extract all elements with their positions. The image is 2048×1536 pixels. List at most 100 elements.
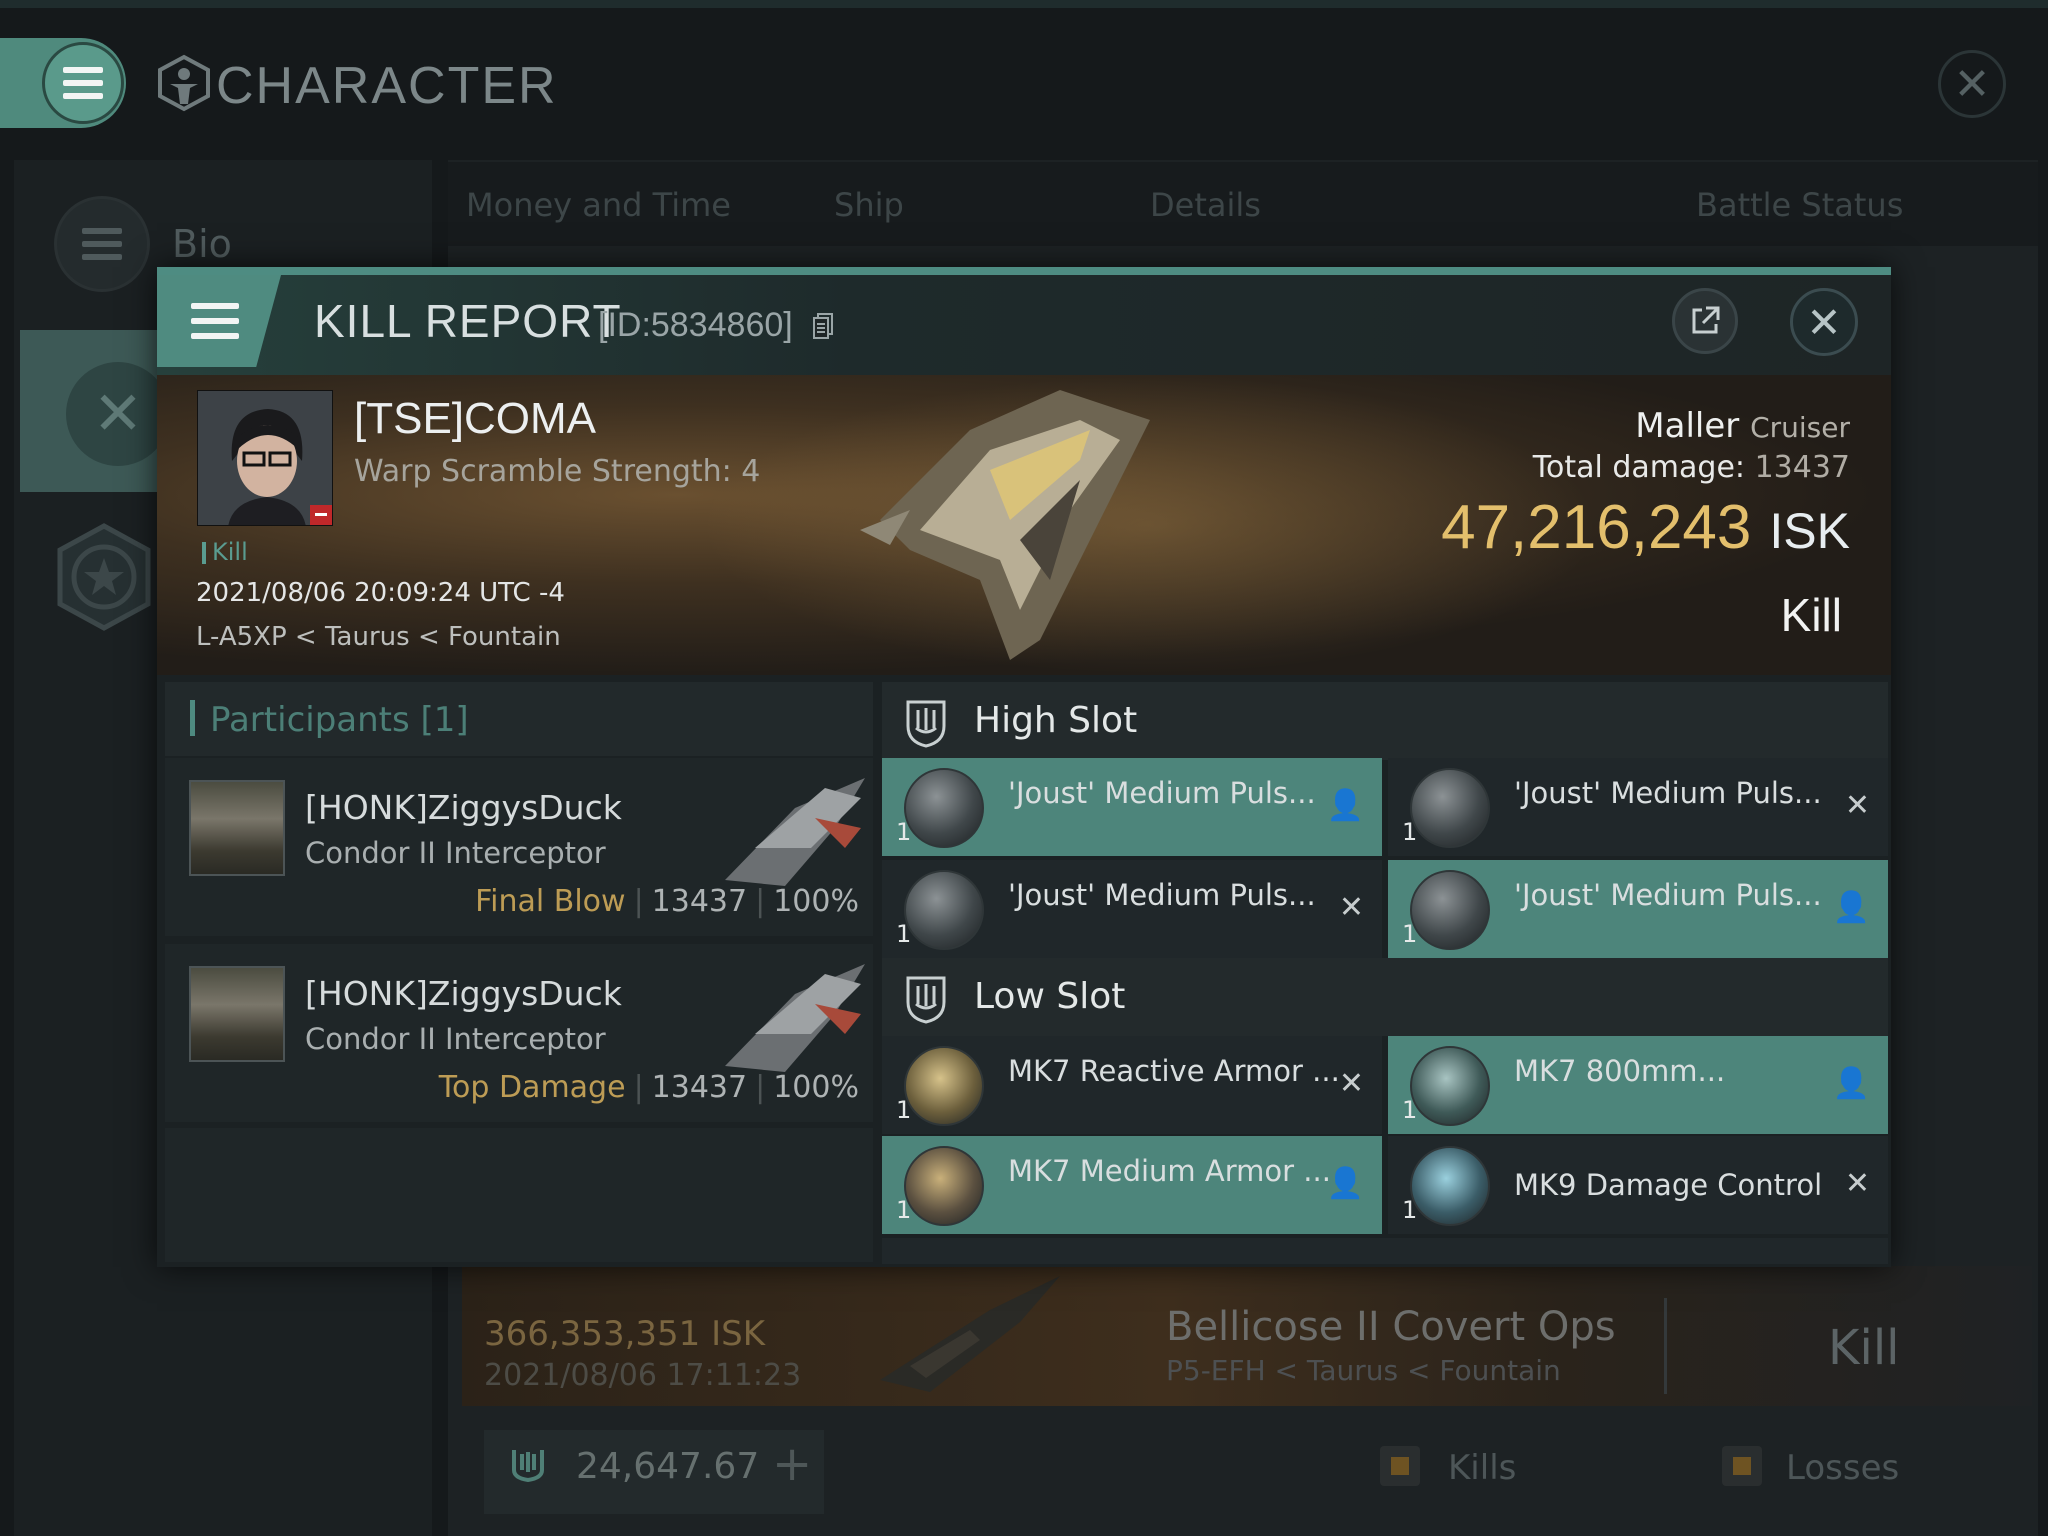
item-quantity: 1: [896, 1096, 912, 1124]
isk-unit: ISK: [1769, 503, 1850, 559]
dialog-title: KILL REPORT: [314, 295, 622, 347]
low-slot-header: Low Slot: [882, 958, 1888, 1036]
participant-ship-image: [725, 778, 865, 886]
tab-ship[interactable]: Ship: [834, 186, 904, 224]
x-icon: ✕: [1844, 1166, 1870, 1201]
participant-ship: Condor II Interceptor: [305, 836, 606, 870]
participant-ship: Condor II Interceptor: [305, 1022, 606, 1056]
character-icon: [158, 54, 210, 112]
person-icon: 👤: [1832, 1066, 1870, 1101]
participant-damage: 13437: [651, 1070, 748, 1105]
item-quantity: 1: [896, 818, 912, 846]
participant-name: [HONK]ZiggysDuck: [305, 788, 622, 827]
item-quantity: 1: [1402, 1196, 1418, 1224]
armor-hardener-icon: [904, 1046, 984, 1126]
victim-ship-type[interactable]: Maller Cruiser: [1560, 406, 1850, 446]
tab-details[interactable]: Details: [1150, 186, 1261, 224]
dialog-close-button[interactable]: ✕: [1790, 288, 1858, 356]
low-slot-icon: [906, 976, 946, 1024]
person-icon: 👤: [1832, 890, 1870, 925]
slot-item[interactable]: 1 'Joust' Medium Puls... ✕: [1388, 758, 1888, 856]
item-quantity: 1: [1402, 1096, 1418, 1124]
main-menu-button[interactable]: [42, 42, 124, 124]
list-icon: [82, 228, 122, 260]
card-isk-value: 366,353,351 ISK: [484, 1314, 766, 1354]
crossed-swords-icon: ✕: [66, 362, 170, 466]
isk-value: 47,216,243 ISK: [1330, 492, 1850, 563]
participant-role: Final Blow: [475, 884, 626, 919]
damage-control-icon: [1410, 1146, 1490, 1226]
item-name: MK9 Damage Control: [1514, 1168, 1823, 1202]
item-name: 'Joust' Medium Puls...: [1514, 776, 1822, 810]
slot-item[interactable]: 1 MK7 Medium Armor ... 👤: [882, 1136, 1382, 1234]
participant-percent: 100%: [773, 884, 859, 919]
x-icon: ✕: [1844, 788, 1870, 823]
slot-item[interactable]: 1 MK9 Damage Control ✕: [1388, 1136, 1888, 1234]
losses-legend-label: Losses: [1786, 1448, 1900, 1488]
person-icon: 👤: [1326, 788, 1364, 823]
tab-money-and-time[interactable]: Money and Time: [466, 186, 731, 224]
card-location: P5-EFH < Taurus < Fountain: [1166, 1354, 1561, 1387]
participant-avatar: [189, 780, 285, 876]
tab-battle-status[interactable]: Battle Status: [1696, 186, 1903, 224]
participant-role: Top Damage: [438, 1070, 626, 1105]
slot-item[interactable]: 1 MK7 Reactive Armor ... ✕: [882, 1036, 1382, 1134]
item-quantity: 1: [896, 1196, 912, 1224]
slot-item[interactable]: 1 'Joust' Medium Puls... 👤: [882, 758, 1382, 856]
participants-title: Participants [1]: [210, 700, 469, 740]
kill-result: Kill: [1780, 589, 1842, 641]
sidebar-bio-button[interactable]: [54, 196, 150, 292]
item-name: 'Joust' Medium Puls...: [1008, 878, 1316, 912]
kills-legend-swatch: [1380, 1446, 1420, 1486]
pilot-avatar: [198, 391, 332, 525]
isk-icon: [512, 1450, 544, 1483]
high-slot-header: High Slot: [882, 682, 1888, 760]
star-badge-icon[interactable]: [52, 522, 156, 632]
x-icon: ✕: [1338, 890, 1364, 925]
window-close-button[interactable]: ✕: [1938, 50, 2006, 118]
victim-pilot-name[interactable]: [TSE]COMA: [354, 394, 596, 444]
killmail-id: [ID:5834860]: [598, 306, 793, 344]
card-result: Kill: [1828, 1320, 1900, 1376]
kill-tag-label: Kill: [212, 538, 248, 566]
slot-item[interactable]: 1 'Joust' Medium Puls... ✕: [882, 860, 1382, 958]
item-name: MK7 Medium Armor ...: [1008, 1154, 1331, 1188]
participant-percent: 100%: [773, 1070, 859, 1105]
isk-amount: 47,216,243: [1441, 493, 1752, 562]
hamburger-icon: [63, 67, 103, 99]
participant-stats: Final Blow | 13437 | 100%: [475, 884, 859, 919]
pulse-laser-icon: [1410, 768, 1490, 848]
victim-ship-class: Cruiser: [1750, 411, 1850, 444]
slot-item[interactable]: 1 MK7 800mm... 👤: [1388, 1036, 1888, 1134]
participant-row[interactable]: [HONK]ZiggysDuck Condor II Interceptor T…: [165, 944, 873, 1122]
item-quantity: 1: [1402, 818, 1418, 846]
armor-plate-icon: [1410, 1046, 1490, 1126]
pulse-laser-icon: [1410, 870, 1490, 950]
add-funds-button[interactable]: +: [772, 1436, 812, 1492]
participant-stats: Top Damage | 13437 | 100%: [438, 1070, 859, 1105]
total-damage-label: Total damage:: [1532, 450, 1746, 485]
kill-tag: Kill: [202, 538, 248, 566]
victim-portrait[interactable]: [197, 390, 333, 526]
share-button[interactable]: [1672, 288, 1738, 354]
card-divider: [1664, 1298, 1667, 1394]
slot-item[interactable]: 1 'Joust' Medium Puls... 👤: [1388, 860, 1888, 958]
item-name: 'Joust' Medium Puls...: [1514, 878, 1822, 912]
item-name: MK7 Reactive Armor ...: [1008, 1054, 1340, 1088]
losses-legend-swatch: [1722, 1446, 1762, 1486]
external-link-icon: [1692, 306, 1720, 334]
window-top-strip: [0, 0, 2048, 8]
dialog-accent-stripe: [157, 267, 1891, 275]
copy-icon[interactable]: [812, 312, 834, 340]
participants-accent: [190, 700, 195, 736]
kill-location[interactable]: L-A5XP < Taurus < Fountain: [196, 622, 561, 652]
card-ship-name: Bellicose II Covert Ops: [1166, 1304, 1616, 1350]
slot-list-overflow: [882, 1238, 1888, 1264]
x-icon: ✕: [1338, 1066, 1364, 1101]
card-date: 2021/08/06 17:11:23: [484, 1358, 802, 1393]
participant-row[interactable]: [HONK]ZiggysDuck Condor II Interceptor F…: [165, 758, 873, 936]
card-ship-image: [880, 1276, 1060, 1392]
armor-repairer-icon: [904, 1146, 984, 1226]
low-slot-title: Low Slot: [974, 976, 1126, 1017]
kill-timestamp: 2021/08/06 20:09:24 UTC -4: [196, 578, 565, 608]
